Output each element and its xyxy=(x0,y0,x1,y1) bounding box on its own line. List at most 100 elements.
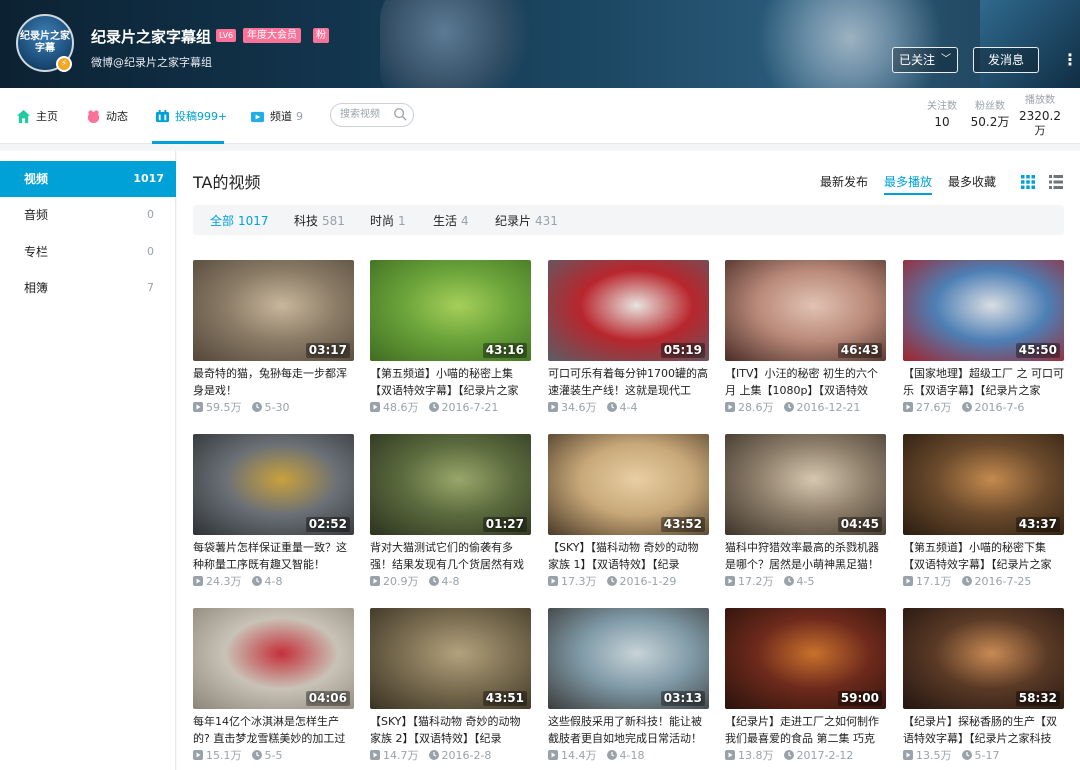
video-thumbnail[interactable]: 02:52 xyxy=(193,434,354,535)
video-card[interactable]: 59:00 【纪录片】走进工厂之如何制作我们最喜爱的食品 第二集 巧克 13.8万 2… xyxy=(725,608,886,768)
video-card[interactable]: 45:50 【国家地理】超级工厂 之 可口可乐【双语字幕】【纪录片之家 27.6万 2… xyxy=(903,260,1064,420)
video-title[interactable]: 【ITV】小汪的秘密 初生的六个月 上集【1080p】【双语特效 xyxy=(725,365,886,399)
list-view-icon[interactable] xyxy=(1049,175,1063,189)
filter-documentary[interactable]: 纪录片 431 xyxy=(495,212,558,229)
video-title[interactable]: 背对大猫测试它们的偷袭有多强！结果发现有几个货居然有戏 xyxy=(370,539,531,573)
send-message-button[interactable]: 发消息 xyxy=(973,47,1039,73)
clock-icon xyxy=(606,576,617,586)
sidebar-item-albums[interactable]: 相簿 7 xyxy=(0,270,176,306)
filter-fashion[interactable]: 时尚 1 xyxy=(370,212,406,229)
video-thumbnail[interactable]: 03:17 xyxy=(193,260,354,361)
video-card[interactable]: 58:32 【纪录片】探秘香肠的生产【双语特效字幕】【纪录片之家科技 13.5万 5-… xyxy=(903,608,1064,768)
video-thumbnail[interactable]: 43:51 xyxy=(370,608,531,709)
video-play-count: 14.4万 xyxy=(561,749,597,762)
play-count-icon xyxy=(725,576,735,586)
filter-label: 时尚 xyxy=(370,214,395,228)
stat-fans[interactable]: 粉丝数 50.2万 xyxy=(970,100,1010,130)
more-options-icon[interactable]: ⋮ xyxy=(1062,50,1078,70)
followed-button[interactable]: 已关注 ﹀ xyxy=(892,47,958,73)
video-title[interactable]: 每袋薯片怎样保证重量一致？这种称量工序既有趣又智能！ xyxy=(193,539,354,573)
video-thumbnail[interactable]: 46:43 xyxy=(725,260,886,361)
video-list-panel: TA的视频 最新发布 最多播放 最多收藏 全部 1017 科技 581 时尚 1 生活… xyxy=(177,151,1080,770)
video-title[interactable]: 【第五频道】小喵的秘密上集【双语特效字幕】【纪录片之家 xyxy=(370,365,531,399)
clock-icon xyxy=(961,576,972,586)
video-title[interactable]: 【国家地理】超级工厂 之 可口可乐【双语字幕】【纪录片之家 xyxy=(903,365,1064,399)
video-date: 5-30 xyxy=(264,401,290,414)
video-card[interactable]: 43:16 【第五频道】小喵的秘密上集【双语特效字幕】【纪录片之家 48.6万 201… xyxy=(370,260,531,420)
search-videos-input[interactable]: 搜索视频 xyxy=(330,103,414,127)
video-card[interactable]: 02:52 每袋薯片怎样保证重量一致？这种称量工序既有趣又智能！ 24.3万 4-8 xyxy=(193,434,354,594)
sidebar-item-video[interactable]: 视频 1017 xyxy=(0,161,176,197)
clock-icon xyxy=(961,402,972,412)
video-card[interactable]: 43:51 【SKY】【猫科动物 奇妙的动物家族 2】【双语特效】【纪录 14.7万… xyxy=(370,608,531,768)
tab-channels-count: 9 xyxy=(296,109,303,123)
video-meta: 13.5万 5-17 xyxy=(903,748,1064,764)
video-duration: 43:16 xyxy=(482,343,527,358)
video-duration: 03:17 xyxy=(305,343,350,358)
video-card[interactable]: 43:52 【SKY】【猫科动物 奇妙的动物家族 1】【双语特效】【纪录 17.3万… xyxy=(548,434,709,594)
tab-dynamic[interactable]: 动态 xyxy=(86,106,128,126)
banner-art xyxy=(740,0,960,88)
tab-uploads[interactable]: 投稿 999+ xyxy=(155,106,227,126)
video-thumbnail[interactable]: 43:52 xyxy=(548,434,709,535)
video-thumbnail[interactable]: 58:32 xyxy=(903,608,1064,709)
filter-count: 581 xyxy=(322,214,345,228)
video-title[interactable]: 每年14亿个冰淇淋是怎样生产的? 直击梦龙雪糕美妙的加工过 xyxy=(193,713,354,747)
video-duration: 01:27 xyxy=(482,517,527,532)
video-thumbnail[interactable]: 04:45 xyxy=(725,434,886,535)
video-title[interactable]: 【纪录片】探秘香肠的生产【双语特效字幕】【纪录片之家科技 xyxy=(903,713,1064,747)
sort-most-played[interactable]: 最多播放 xyxy=(884,173,933,195)
tab-home[interactable]: 主页 xyxy=(16,106,58,126)
video-title[interactable]: 【SKY】【猫科动物 奇妙的动物家族 1】【双语特效】【纪录 xyxy=(548,539,709,573)
video-date: 5-5 xyxy=(264,749,283,762)
sort-newest[interactable]: 最新发布 xyxy=(820,173,868,190)
video-thumbnail[interactable]: 45:50 xyxy=(903,260,1064,361)
video-play-count: 28.6万 xyxy=(738,401,774,414)
video-card[interactable]: 04:45 猫科中狩猎效率最高的杀戮机器是哪个？居然是小萌神黑足猫！ 17.2万 4-… xyxy=(725,434,886,594)
video-thumbnail[interactable]: 43:37 xyxy=(903,434,1064,535)
sort-most-favorited[interactable]: 最多收藏 xyxy=(948,173,996,190)
video-card[interactable]: 46:43 【ITV】小汪的秘密 初生的六个月 上集【1080p】【双语特效 28.… xyxy=(725,260,886,420)
filter-tech[interactable]: 科技 581 xyxy=(294,212,345,229)
video-title[interactable]: 最奇特的猫，兔狲每走一步都浑身是戏！ xyxy=(193,365,354,399)
video-title[interactable]: 【SKY】【猫科动物 奇妙的动物家族 2】【双语特效】【纪录 xyxy=(370,713,531,747)
video-title[interactable]: 【第五频道】小喵的秘密下集【双语特效字幕】【纪录片之家 xyxy=(903,539,1064,573)
video-card[interactable]: 04:06 每年14亿个冰淇淋是怎样生产的? 直击梦龙雪糕美妙的加工过 15.1万 5… xyxy=(193,608,354,768)
search-icon[interactable] xyxy=(393,107,407,121)
video-card[interactable]: 01:27 背对大猫测试它们的偷袭有多强！结果发现有几个货居然有戏 20.9万 4-8 xyxy=(370,434,531,594)
video-card[interactable]: 03:17 最奇特的猫，兔狲每走一步都浑身是戏！ 59.5万 5-30 xyxy=(193,260,354,420)
video-title[interactable]: 猫科中狩猎效率最高的杀戮机器是哪个？居然是小萌神黑足猫！ xyxy=(725,539,886,573)
sidebar-item-articles[interactable]: 专栏 0 xyxy=(0,234,176,270)
video-thumbnail[interactable]: 43:16 xyxy=(370,260,531,361)
video-title[interactable]: 可口可乐有着每分钟1700罐的高速灌装生产线！这就是现代工 xyxy=(548,365,709,399)
video-card[interactable]: 43:37 【第五频道】小喵的秘密下集【双语特效字幕】【纪录片之家 17.1万 201… xyxy=(903,434,1064,594)
video-duration: 45:50 xyxy=(1015,343,1060,358)
video-thumbnail[interactable]: 01:27 xyxy=(370,434,531,535)
filter-all[interactable]: 全部 1017 xyxy=(210,212,269,229)
stat-following-label: 关注数 xyxy=(927,101,957,112)
stat-following[interactable]: 关注数 10 xyxy=(922,100,962,130)
username[interactable]: 纪录片之家字幕组 xyxy=(91,26,211,47)
sidebar-item-label: 视频 xyxy=(24,172,49,186)
play-count-icon xyxy=(193,750,203,760)
play-count-icon xyxy=(725,750,735,760)
video-thumbnail[interactable]: 59:00 xyxy=(725,608,886,709)
filter-life[interactable]: 生活 4 xyxy=(433,212,469,229)
clock-icon xyxy=(428,750,439,760)
video-card[interactable]: 05:19 可口可乐有着每分钟1700罐的高速灌装生产线！这就是现代工 34.6万 4… xyxy=(548,260,709,420)
sidebar-item-audio[interactable]: 音频 0 xyxy=(0,197,176,233)
video-title[interactable]: 【纪录片】走进工厂之如何制作我们最喜爱的食品 第二集 巧克 xyxy=(725,713,886,747)
video-thumbnail[interactable]: 04:06 xyxy=(193,608,354,709)
video-card[interactable]: 03:13 这些假肢采用了新科技！能让被截肢者更自如地完成日常活动！ 14.4万 4-… xyxy=(548,608,709,768)
video-title[interactable]: 这些假肢采用了新科技！能让被截肢者更自如地完成日常活动！ xyxy=(548,713,709,747)
vip-badge[interactable]: 年度大会员 xyxy=(243,28,301,43)
tab-uploads-label: 投稿 xyxy=(175,110,197,123)
clock-icon xyxy=(251,576,262,586)
video-thumbnail[interactable]: 03:13 xyxy=(548,608,709,709)
stat-following-value: 10 xyxy=(934,115,950,129)
tab-channels[interactable]: 频道 9 xyxy=(250,106,303,126)
video-thumbnail[interactable]: 05:19 xyxy=(548,260,709,361)
dynamic-icon xyxy=(87,109,100,123)
video-duration: 02:52 xyxy=(305,517,350,532)
grid-view-icon[interactable] xyxy=(1021,175,1035,189)
